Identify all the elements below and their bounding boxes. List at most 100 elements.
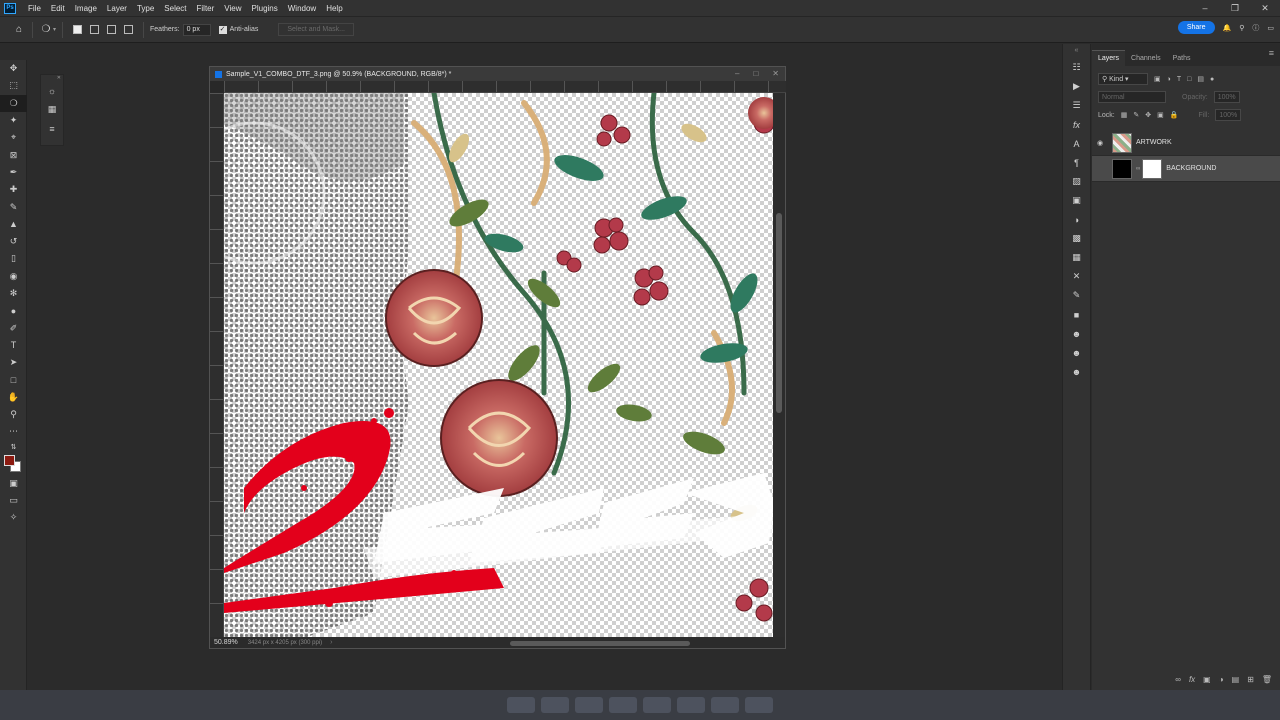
taskbar-app[interactable] xyxy=(575,697,603,713)
path-select-icon[interactable]: ➤ xyxy=(0,354,27,371)
search-icon[interactable]: ⚲ xyxy=(1239,24,1244,32)
taskbar-app[interactable] xyxy=(711,697,739,713)
layer-name[interactable]: BACKGROUND xyxy=(1166,165,1216,172)
paragraph-icon[interactable]: ¶ xyxy=(1063,153,1090,172)
swap-colors-icon[interactable]: ⇅ xyxy=(0,441,27,453)
lock-move-icon[interactable]: ✥ xyxy=(1145,111,1151,119)
tab-layers[interactable]: Layers xyxy=(1092,50,1126,66)
layer-row-artwork[interactable]: ◉ ARTWORK xyxy=(1092,130,1280,156)
filter-kind-select[interactable]: ⚲ Kind ▾ xyxy=(1098,73,1148,85)
taskbar-app[interactable] xyxy=(507,697,535,713)
status-arrow-icon[interactable]: › xyxy=(330,639,332,646)
new-layer-icon[interactable]: ⊞ xyxy=(1247,675,1254,684)
menu-type[interactable]: Type xyxy=(132,4,159,13)
menu-window[interactable]: Window xyxy=(283,4,321,13)
image-icon[interactable]: ▣ xyxy=(1063,191,1090,210)
healing-brush-icon[interactable]: ✚ xyxy=(0,181,27,198)
move-tool-icon[interactable]: ✥ xyxy=(0,60,27,77)
lasso-tool-icon[interactable]: ❍ xyxy=(0,94,27,112)
select-and-mask-button[interactable]: Select and Mask... xyxy=(278,23,354,36)
document-info[interactable]: 3424 px x 4205 px (300 ppi) xyxy=(248,640,322,646)
blend-mode-select[interactable]: Normal xyxy=(1098,91,1166,103)
hand-tool-icon[interactable]: ✋ xyxy=(0,389,27,406)
screen-mode-icon[interactable]: ▭ xyxy=(0,492,27,509)
share-button[interactable]: Share xyxy=(1177,21,1215,34)
close-icon[interactable]: ✕ xyxy=(1250,0,1280,16)
add-selection-icon[interactable] xyxy=(90,25,100,34)
link-layers-icon[interactable]: ∞ xyxy=(1175,675,1181,684)
taskbar-app[interactable] xyxy=(643,697,671,713)
magic-wand-icon[interactable]: ✦ xyxy=(0,112,27,129)
notifications-icon[interactable]: 🔔 xyxy=(1223,24,1232,32)
filter-smart-icon[interactable]: ▤ xyxy=(1197,75,1204,83)
workspace-icon[interactable]: ▭ xyxy=(1267,24,1274,32)
antialias-checkbox[interactable]: ✓ xyxy=(218,25,227,34)
libraries-icon[interactable]: ▨ xyxy=(1063,172,1090,191)
quick-mask-icon[interactable]: ▣ xyxy=(0,475,27,492)
glyphs-icon[interactable]: ☻ xyxy=(1063,324,1090,343)
taskbar-app[interactable] xyxy=(541,697,569,713)
menu-image[interactable]: Image xyxy=(70,4,102,13)
menu-plugins[interactable]: Plugins xyxy=(247,4,283,13)
filter-type-icon[interactable]: T xyxy=(1177,76,1181,83)
blur-tool-icon[interactable]: ✻ xyxy=(0,285,27,302)
menu-select[interactable]: Select xyxy=(159,4,191,13)
layer-mask-thumbnail[interactable] xyxy=(1142,158,1163,179)
dodge-tool-icon[interactable]: ● xyxy=(0,302,27,319)
filter-toggle-icon[interactable]: ● xyxy=(1210,76,1214,83)
restore-icon[interactable]: ❐ xyxy=(1220,0,1250,16)
properties-icon[interactable]: ☰ xyxy=(1063,96,1090,115)
character-icon[interactable]: A xyxy=(1063,134,1090,153)
more-tools-icon[interactable]: ⋯ xyxy=(0,423,27,440)
home-icon[interactable]: ⌂ xyxy=(12,23,26,37)
timeline-icon[interactable]: ☻ xyxy=(1063,343,1090,362)
visibility-eye-icon[interactable]: ◉ xyxy=(1092,139,1108,147)
layer-style-icon[interactable]: fx xyxy=(1189,675,1195,684)
eyedropper-icon[interactable]: ✒ xyxy=(0,164,27,181)
new-group-icon[interactable]: ▤ xyxy=(1232,675,1240,684)
pen-tool-icon[interactable]: ✐ xyxy=(0,319,27,336)
vertical-scrollbar[interactable] xyxy=(773,93,785,638)
fill-input[interactable]: 100% xyxy=(1215,109,1242,121)
adjust-icon[interactable]: ☼ xyxy=(41,81,63,100)
clone-stamp-icon[interactable]: ▲ xyxy=(0,216,27,233)
filter-adjust-icon[interactable]: ◑ xyxy=(1167,76,1171,83)
sliders-icon[interactable]: ≡ xyxy=(41,119,63,138)
new-selection-icon[interactable] xyxy=(73,25,83,34)
taskbar-app[interactable] xyxy=(609,697,637,713)
menu-filter[interactable]: Filter xyxy=(192,4,220,13)
brush-tool-icon[interactable]: ✎ xyxy=(0,198,27,215)
document-tab[interactable]: Sample_V1_COMBO_DTF_3.png @ 50.9% (BACKG… xyxy=(210,67,785,81)
lock-paint-icon[interactable]: ✎ xyxy=(1133,111,1139,119)
taskbar-app[interactable] xyxy=(677,697,705,713)
frame-tool-icon[interactable]: ⊠ xyxy=(0,146,27,163)
filter-pixel-icon[interactable]: ▣ xyxy=(1154,75,1161,83)
menu-help[interactable]: Help xyxy=(321,4,347,13)
tab-channels[interactable]: Channels xyxy=(1125,51,1167,66)
notes-icon[interactable]: ☻ xyxy=(1063,362,1090,381)
menu-file[interactable]: File xyxy=(23,4,46,13)
add-mask-icon[interactable]: ▣ xyxy=(1203,675,1211,684)
doc-minimize-icon[interactable]: – xyxy=(735,67,739,81)
foreground-color[interactable] xyxy=(4,454,15,466)
tools-icon[interactable]: ✕ xyxy=(1063,267,1090,286)
horizontal-scrollbar[interactable] xyxy=(510,641,690,646)
filter-shape-icon[interactable]: □ xyxy=(1187,76,1191,83)
swatches-icon[interactable]: ▦ xyxy=(1063,248,1090,267)
lock-transparent-icon[interactable]: ▦ xyxy=(1121,111,1128,119)
doc-close-icon[interactable]: ✕ xyxy=(772,67,779,81)
rectangle-tool-icon[interactable]: □ xyxy=(0,371,27,388)
generative-icon[interactable]: ✧ xyxy=(0,509,27,526)
minimize-icon[interactable]: – xyxy=(1190,0,1220,16)
menu-layer[interactable]: Layer xyxy=(102,4,132,13)
zoom-tool-icon[interactable]: ⚲ xyxy=(0,406,27,423)
mask-link-icon[interactable]: ∞ xyxy=(1136,166,1140,172)
layer-row-background[interactable]: ∞ BACKGROUND xyxy=(1092,156,1280,182)
crop-tool-icon[interactable]: ⌖ xyxy=(0,129,27,146)
color-swatches[interactable] xyxy=(0,453,27,475)
brush-settings-icon[interactable]: ✎ xyxy=(1063,286,1090,305)
paint-bucket-icon[interactable]: ◉ xyxy=(0,268,27,285)
history-icon[interactable]: ☷ xyxy=(1063,58,1090,77)
collapse-icon[interactable]: « xyxy=(1063,44,1090,58)
menu-view[interactable]: View xyxy=(219,4,246,13)
